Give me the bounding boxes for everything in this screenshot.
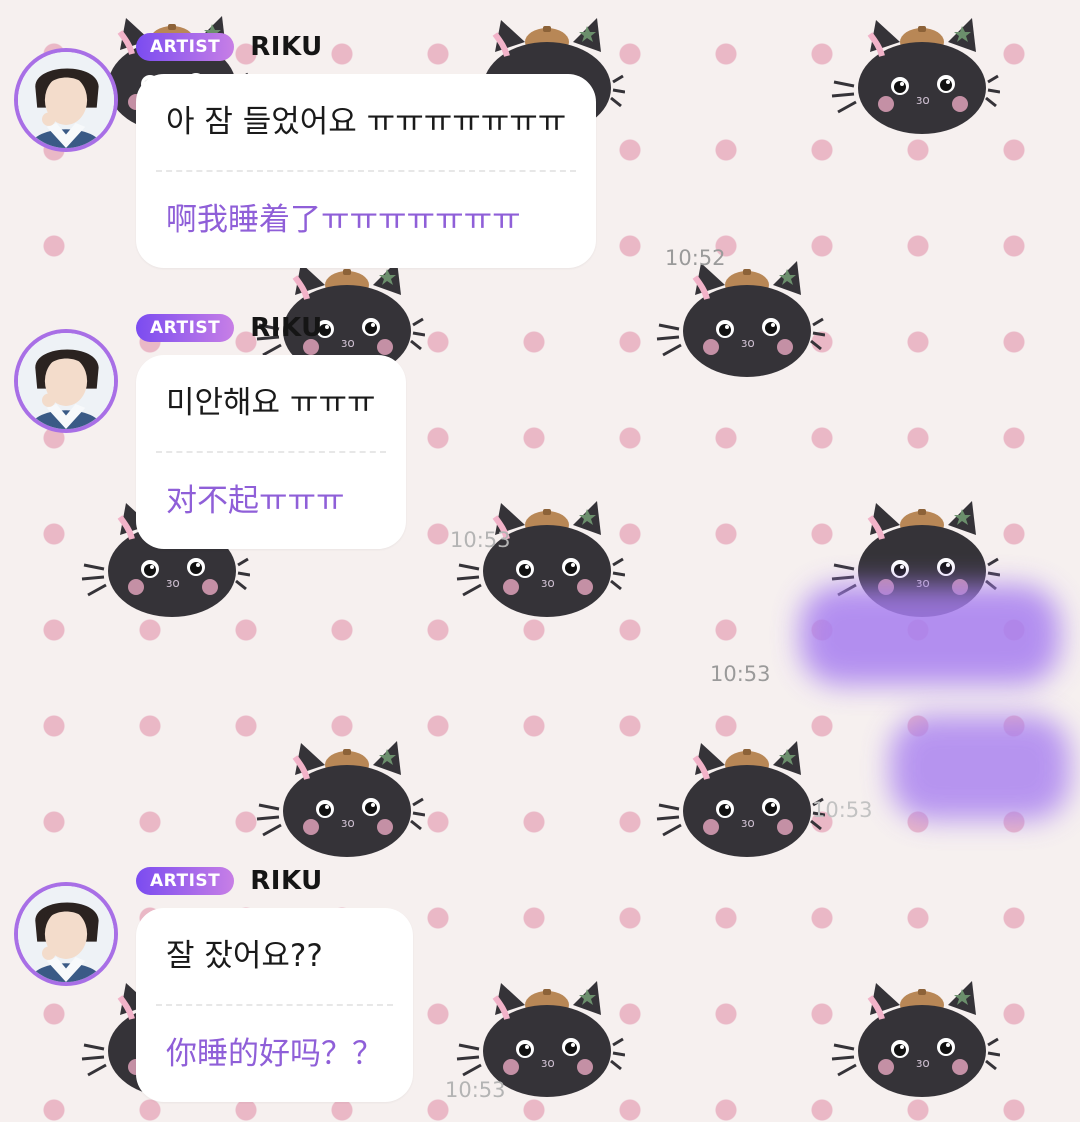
translation-text: 对不起ㅠㅠㅠ [166,483,345,519]
message-bubble[interactable]: 잘 잤어요?? 你睡的好吗？？ [136,908,413,1102]
redacted-own-message [890,715,1070,820]
sender-name: RIKU [250,866,323,896]
artist-badge: ARTIST [136,314,235,342]
message-header: ARTIST RIKU [136,864,323,898]
message-bubble[interactable]: 미안해요 ㅠㅠㅠ 对不起ㅠㅠㅠ [136,355,406,549]
message-bubble[interactable]: 아 잠 들었어요 ㅠㅠㅠㅠㅠㅠㅠ 啊我睡着了ㅠㅠㅠㅠㅠㅠㅠ [136,74,597,268]
avatar[interactable] [14,882,118,986]
timestamp: 10:53 [450,528,511,552]
message-text: 잘 잤어요?? [166,938,323,974]
artist-badge: ARTIST [136,33,235,61]
sender-name: RIKU [250,32,323,62]
message-text: 아 잠 들었어요 ㅠㅠㅠㅠㅠㅠㅠ [166,104,567,140]
cat-pattern-icon [830,12,1000,142]
timestamp: 10:53 [812,798,873,822]
cat-pattern-icon [655,255,825,385]
timestamp: 10:52 [665,246,726,270]
avatar[interactable] [14,329,118,433]
timestamp: 10:53 [445,1078,506,1102]
translation-text: 啊我睡着了ㅠㅠㅠㅠㅠㅠㅠ [166,202,521,238]
message-header: ARTIST RIKU [136,30,323,64]
cat-pattern-icon [830,975,1000,1105]
cat-pattern-icon [455,495,625,625]
sender-name: RIKU [250,313,323,343]
artist-badge: ARTIST [136,867,235,895]
redacted-own-message [800,585,1060,685]
avatar[interactable] [14,48,118,152]
timestamp: 10:53 [710,662,771,686]
translation-text: 你睡的好吗？？ [166,1036,383,1072]
cat-pattern-icon [255,735,425,865]
cat-pattern-icon [655,735,825,865]
message-text: 미안해요 ㅠㅠㅠ [166,385,376,421]
message-header: ARTIST RIKU [136,311,323,345]
